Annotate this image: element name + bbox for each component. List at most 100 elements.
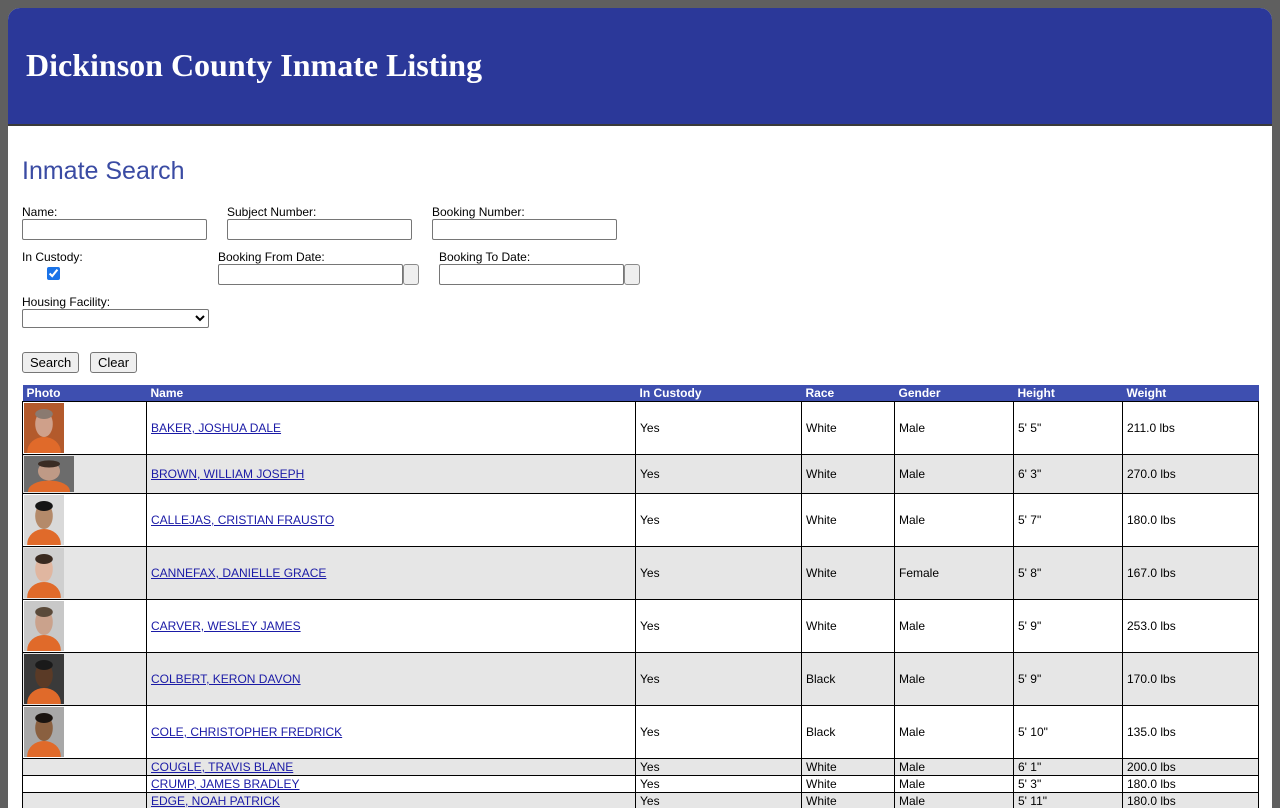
weight-cell: 270.0 lbs [1123,455,1259,494]
clear-button[interactable]: Clear [90,352,137,373]
name-cell: BROWN, WILLIAM JOSEPH [147,455,636,494]
gender-cell: Male [895,759,1014,776]
column-header-weight: Weight [1123,385,1259,402]
name-input[interactable] [22,219,207,240]
gender-cell: Male [895,793,1014,808]
booking-from-date-input[interactable] [218,264,403,285]
height-cell: 5' 11" [1014,793,1123,808]
mugshot-image[interactable] [24,456,74,492]
race-cell: White [802,759,895,776]
name-cell: CARVER, WESLEY JAMES [147,600,636,653]
subject-number-input[interactable] [227,219,412,240]
in-custody-checkbox[interactable] [47,267,60,280]
table-row: BAKER, JOSHUA DALEYesWhiteMale5' 5"211.0… [23,402,1259,455]
height-cell: 5' 7" [1014,494,1123,547]
weight-cell: 180.0 lbs [1123,793,1259,808]
height-cell: 5' 9" [1014,653,1123,706]
search-button[interactable]: Search [22,352,79,373]
photo-cell [23,653,147,706]
height-cell: 5' 5" [1014,402,1123,455]
housing-facility-select[interactable] [22,309,209,328]
race-cell: White [802,600,895,653]
height-cell: 5' 3" [1014,776,1123,793]
name-cell: COUGLE, TRAVIS BLANE [147,759,636,776]
inmate-name-link[interactable]: CARVER, WESLEY JAMES [151,619,301,633]
weight-cell: 167.0 lbs [1123,547,1259,600]
booking-from-date-picker-button[interactable] [403,264,419,285]
race-cell: White [802,793,895,808]
name-cell: EDGE, NOAH PATRICK [147,793,636,808]
height-cell: 6' 3" [1014,455,1123,494]
in-custody-cell: Yes [636,759,802,776]
table-row: CANNEFAX, DANIELLE GRACEYesWhiteFemale5'… [23,547,1259,600]
gender-cell: Male [895,494,1014,547]
mugshot-image[interactable] [24,548,64,598]
gender-cell: Female [895,547,1014,600]
name-cell: CANNEFAX, DANIELLE GRACE [147,547,636,600]
gender-cell: Male [895,455,1014,494]
column-header-name: Name [147,385,636,402]
inmate-name-link[interactable]: COLBERT, KERON DAVON [151,672,301,686]
mugshot-image[interactable] [24,601,64,651]
name-label: Name: [22,205,57,219]
photo-cell [23,600,147,653]
in-custody-cell: Yes [636,494,802,547]
booking-to-date-label: Booking To Date: [439,250,530,264]
table-row: BROWN, WILLIAM JOSEPHYesWhiteMale6' 3"27… [23,455,1259,494]
race-cell: White [802,402,895,455]
in-custody-cell: Yes [636,455,802,494]
table-row: CALLEJAS, CRISTIAN FRAUSTO YesWhiteMale5'… [23,494,1259,547]
column-header-photo: Photo [23,385,147,402]
gender-cell: Male [895,776,1014,793]
inmate-name-link[interactable]: EDGE, NOAH PATRICK [151,794,280,808]
height-cell: 6' 1" [1014,759,1123,776]
in-custody-cell: Yes [636,776,802,793]
inmate-name-link[interactable]: CANNEFAX, DANIELLE GRACE [151,566,326,580]
column-header-height: Height [1014,385,1123,402]
inmate-name-link[interactable]: COUGLE, TRAVIS BLANE [151,760,293,774]
column-header-gender: Gender [895,385,1014,402]
photo-cell [23,706,147,759]
inmate-name-link[interactable]: BROWN, WILLIAM JOSEPH [151,467,304,481]
inmate-name-link[interactable]: BAKER, JOSHUA DALE [151,421,281,435]
inmate-name-link[interactable]: CALLEJAS, CRISTIAN FRAUSTO [151,513,334,527]
photo-cell [23,547,147,600]
table-row: EDGE, NOAH PATRICKYesWhiteMale5' 11"180.… [23,793,1259,808]
in-custody-cell: Yes [636,547,802,600]
race-cell: White [802,494,895,547]
name-cell: COLE, CHRISTOPHER FREDRICK [147,706,636,759]
mugshot-image[interactable] [24,403,64,453]
height-cell: 5' 8" [1014,547,1123,600]
photo-cell [23,759,147,776]
booking-number-label: Booking Number: [432,205,525,219]
name-cell: CALLEJAS, CRISTIAN FRAUSTO [147,494,636,547]
housing-facility-label: Housing Facility: [22,295,110,309]
booking-number-input[interactable] [432,219,617,240]
browser-page: Dickinson County Inmate Listing Inmate S… [8,8,1272,808]
booking-to-date-picker-button[interactable] [624,264,640,285]
gender-cell: Male [895,402,1014,455]
booking-to-date-input[interactable] [439,264,624,285]
booking-from-date-label: Booking From Date: [218,250,325,264]
table-header-row: Photo Name In Custody Race Gender Height… [23,385,1259,402]
site-banner: Dickinson County Inmate Listing [8,8,1272,126]
weight-cell: 135.0 lbs [1123,706,1259,759]
mugshot-image[interactable] [24,495,64,545]
subject-number-label: Subject Number: [227,205,316,219]
name-cell: BAKER, JOSHUA DALE [147,402,636,455]
in-custody-cell: Yes [636,653,802,706]
table-row: CARVER, WESLEY JAMESYesWhiteMale5' 9"253… [23,600,1259,653]
mugshot-image[interactable] [24,707,64,757]
photo-cell [23,455,147,494]
page-title: Inmate Search [22,156,185,186]
photo-cell [23,793,147,808]
inmate-name-link[interactable]: CRUMP, JAMES BRADLEY [151,777,299,791]
weight-cell: 170.0 lbs [1123,653,1259,706]
gender-cell: Male [895,706,1014,759]
height-cell: 5' 10" [1014,706,1123,759]
race-cell: White [802,776,895,793]
inmate-name-link[interactable]: COLE, CHRISTOPHER FREDRICK [151,725,342,739]
photo-cell [23,494,147,547]
column-header-race: Race [802,385,895,402]
mugshot-image[interactable] [24,654,64,704]
